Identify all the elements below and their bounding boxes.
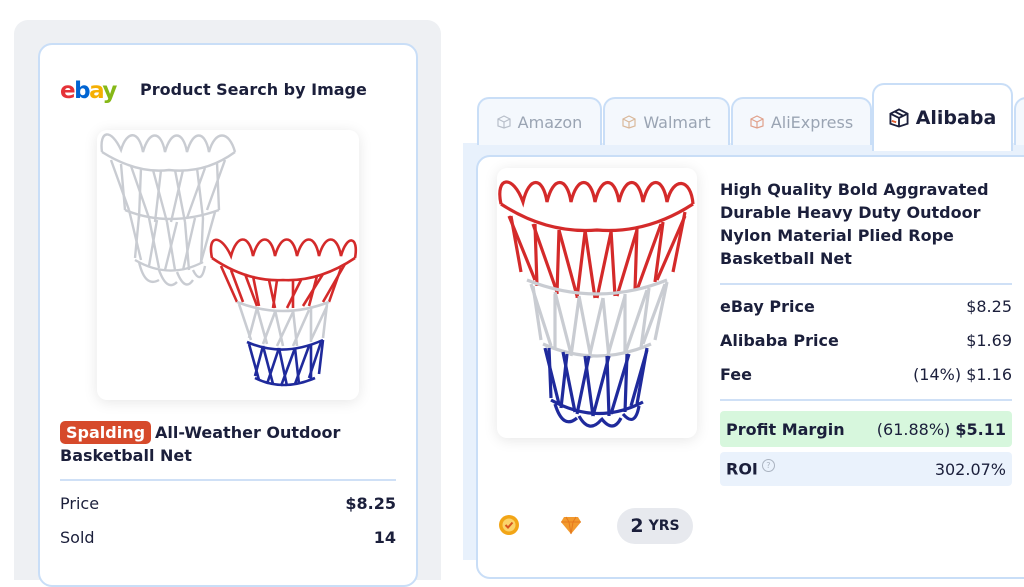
divider <box>720 399 1012 401</box>
alibaba-price-value: $1.69 <box>966 331 1012 350</box>
supplier-years-badge: 2 YRS <box>617 508 693 544</box>
tab-walmart[interactable]: Walmart <box>603 97 730 145</box>
ebay-product-image[interactable] <box>97 130 359 400</box>
sold-value: 14 <box>373 528 396 547</box>
profit-margin-values: (61.88%) $5.11 <box>877 420 1006 439</box>
tab-label: AliExpress <box>770 112 854 132</box>
diamond-icon[interactable] <box>560 515 582 535</box>
box-icon <box>497 115 511 129</box>
alibaba-product-image[interactable] <box>497 168 697 438</box>
tab-label: Walmart <box>643 112 711 132</box>
search-title: Product Search by Image <box>140 80 367 99</box>
price-value: $8.25 <box>345 494 396 513</box>
basketball-nets-illustration <box>100 133 358 387</box>
alibaba-price-row: Alibaba Price $1.69 <box>720 331 1012 350</box>
product-title[interactable]: Spalding All-Weather Outdoor Basketball N… <box>60 421 390 467</box>
sold-row: Sold 14 <box>60 528 396 547</box>
roi-label-group: ROI? <box>726 459 775 479</box>
tab-alibaba[interactable]: Alibaba <box>872 83 1013 151</box>
box-icon <box>622 115 636 129</box>
tab-label: Alibaba <box>915 107 997 129</box>
price-row: Price $8.25 <box>60 494 396 513</box>
fee-label: Fee <box>720 365 752 384</box>
ebay-price-label: eBay Price <box>720 297 815 316</box>
roi-label: ROI <box>726 459 758 479</box>
ebay-price-row: eBay Price $8.25 <box>720 297 1012 316</box>
brand-badge: Spalding <box>60 421 152 444</box>
help-icon[interactable]: ? <box>761 459 775 473</box>
sold-label: Sold <box>60 528 95 547</box>
box-icon <box>889 108 909 128</box>
price-label: Price <box>60 494 100 513</box>
tab-amazon[interactable]: Amazon <box>477 97 602 145</box>
ebay-logo: ebay <box>60 78 117 104</box>
tab-aliexpress[interactable]: AliExpress <box>731 97 872 145</box>
box-icon <box>750 115 764 129</box>
divider <box>720 283 1012 285</box>
profit-margin-label: Profit Margin <box>726 419 845 439</box>
tab-more[interactable] <box>1014 97 1024 145</box>
profit-margin-percent: (61.88%) <box>876 419 951 439</box>
verified-supplier-icon[interactable] <box>498 514 520 536</box>
alibaba-price-label: Alibaba Price <box>720 331 839 350</box>
tab-label: Amazon <box>517 112 583 132</box>
alibaba-product-title[interactable]: High Quality Bold Aggravated Durable Hea… <box>720 178 1010 270</box>
roi-row: ROI? 302.07% <box>720 452 1012 486</box>
basketball-net-illustration <box>498 180 695 428</box>
profit-margin-row: Profit Margin (61.88%) $5.11 <box>720 411 1012 447</box>
supplier-years-unit: YRS <box>648 518 680 534</box>
fee-value: (14%) $1.16 <box>913 365 1012 384</box>
roi-value: 302.07% <box>934 459 1006 479</box>
supplier-years-number: 2 <box>630 515 644 537</box>
fee-row: Fee (14%) $1.16 <box>720 365 1012 384</box>
divider <box>60 479 396 481</box>
profit-margin-value: $5.11 <box>955 419 1006 439</box>
ebay-price-value: $8.25 <box>966 297 1012 316</box>
